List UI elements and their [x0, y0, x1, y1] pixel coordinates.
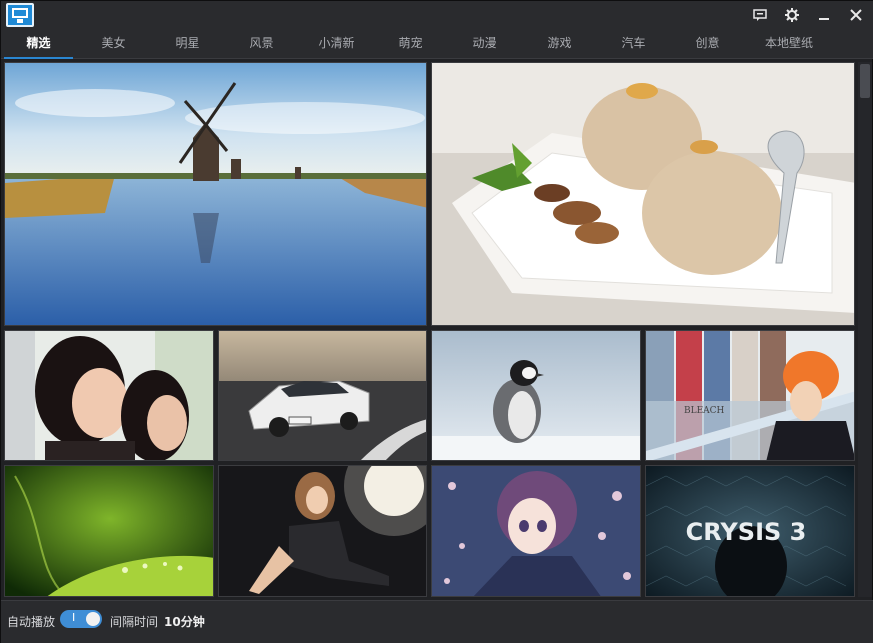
tab-celebrity[interactable]: 明星: [150, 29, 225, 59]
svg-text:BLEACH: BLEACH: [684, 406, 725, 416]
gallery-scrollbar[interactable]: [858, 62, 872, 597]
tab-scenery[interactable]: 风景: [224, 29, 299, 59]
penguin-snow-image[interactable]: [431, 330, 641, 461]
tab-creative[interactable]: 创意: [670, 29, 745, 59]
crysis-title-text: CRYSIS 3: [686, 518, 807, 546]
toggle-on-mark: I: [72, 611, 76, 624]
minimize-icon[interactable]: [810, 4, 838, 26]
app-logo-icon: [6, 3, 34, 27]
tab-local-wallpapers[interactable]: 本地壁纸: [744, 29, 834, 59]
settings-gear-icon[interactable]: [778, 4, 806, 26]
woman-posing-image[interactable]: [218, 465, 427, 597]
tab-fresh[interactable]: 小清新: [299, 29, 374, 59]
tab-pets[interactable]: 萌宠: [373, 29, 448, 59]
white-sports-car-image[interactable]: [218, 330, 427, 461]
tab-cars[interactable]: 汽车: [596, 29, 671, 59]
interval-value[interactable]: 10分钟: [164, 613, 205, 630]
tab-games[interactable]: 游戏: [522, 29, 597, 59]
autoplay-toggle[interactable]: I: [60, 610, 102, 628]
ice-cream-dessert-image[interactable]: [431, 62, 855, 326]
wallpaper-app-window: 精选 美女 明星 风景 小清新 萌宠 动漫 游戏 汽车 创意 本地壁纸 BLEA…: [0, 0, 873, 643]
interval-label: 间隔时间: [110, 615, 159, 629]
anime-girl-flowers-image[interactable]: [431, 465, 641, 597]
window-controls: [746, 4, 870, 26]
wallpaper-gallery: BLEACH CRYSIS 3: [4, 62, 855, 597]
autoplay-label: 自动播放: [7, 615, 56, 629]
tab-anime[interactable]: 动漫: [447, 29, 522, 59]
windmill-landscape-image[interactable]: [4, 62, 427, 326]
feedback-icon[interactable]: [746, 4, 774, 26]
category-tabs: 精选 美女 明星 风景 小清新 萌宠 动漫 游戏 汽车 创意 本地壁纸: [1, 29, 873, 59]
anime-bleach-image[interactable]: BLEACH: [645, 330, 855, 461]
green-leaf-dew-image[interactable]: [4, 465, 214, 597]
two-women-portrait-image[interactable]: [4, 330, 214, 461]
tab-beauty[interactable]: 美女: [76, 29, 151, 59]
scrollbar-thumb[interactable]: [860, 64, 870, 98]
tab-featured[interactable]: 精选: [1, 29, 76, 59]
game-crysis3-image[interactable]: CRYSIS 3: [645, 465, 855, 597]
title-bar[interactable]: [1, 1, 873, 29]
close-icon[interactable]: [842, 4, 870, 26]
toggle-knob: [86, 612, 100, 626]
status-bar: 自动播放 I 间隔时间 10分钟: [1, 600, 873, 643]
